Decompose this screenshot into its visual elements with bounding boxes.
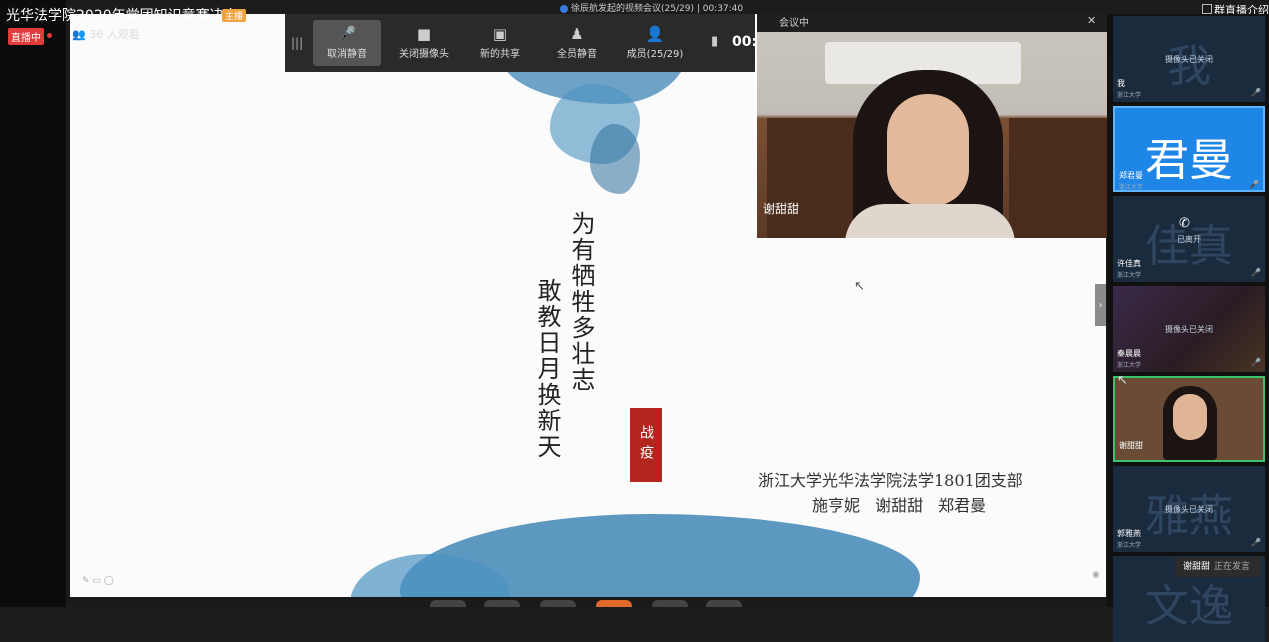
slide-names: 施亨妮 谢甜甜 郑君曼 bbox=[812, 496, 987, 515]
camera-label: 关闭摄像头 bbox=[399, 49, 449, 60]
bottom-button[interactable] bbox=[540, 600, 576, 607]
turn-off-camera-button[interactable]: ■ 关闭摄像头 bbox=[390, 20, 458, 66]
mic-icon: 🎤 bbox=[1251, 358, 1261, 367]
participant-org: 浙江大学 bbox=[1117, 542, 1142, 549]
intro-icon bbox=[1202, 4, 1212, 14]
participant-name: 郑君曼 bbox=[1119, 171, 1143, 180]
viewers-icon: 👥 bbox=[72, 28, 86, 41]
speaker-name: 谢甜甜 bbox=[763, 202, 800, 216]
participant-name: 郭雅燕 bbox=[1117, 529, 1141, 538]
camera-status: 摄像头已关闭 bbox=[1165, 55, 1213, 64]
participant-tile-active[interactable]: 谢甜甜 bbox=[1113, 376, 1265, 462]
phone-icon: ✆ bbox=[1179, 216, 1190, 231]
camera-status: 摄像头已关闭 bbox=[1165, 325, 1213, 334]
poem-line-left: 敢教日月换新天 bbox=[533, 278, 561, 460]
participant-name: 许佳真 bbox=[1117, 259, 1141, 268]
camera-status: 摄像头已关闭 bbox=[1165, 505, 1213, 514]
meeting-info: 徐辰航发起的视频会议(25/29) | 00:37:40 bbox=[560, 1, 743, 14]
share-icon: ▣ bbox=[492, 25, 508, 43]
bookshelf-right bbox=[1009, 118, 1107, 238]
bottom-button[interactable] bbox=[706, 600, 742, 607]
participant-org: 浙江大学 bbox=[1117, 362, 1142, 369]
close-icon[interactable]: ✕ bbox=[1087, 14, 1096, 27]
video-title-bar: 会议中 ✕ bbox=[757, 14, 1107, 32]
participant-name: 谢甜甜 bbox=[1119, 441, 1143, 450]
speaker-video[interactable]: 会议中 ✕ 谢甜甜 bbox=[757, 14, 1107, 238]
participant-tile[interactable]: 我 摄像头已关闭 我 浙江大学 🎤 bbox=[1113, 16, 1265, 102]
unmute-button[interactable]: 🎤 取消静音 bbox=[313, 20, 381, 66]
bottom-control-bar bbox=[66, 597, 1107, 607]
new-share-button[interactable]: ▣ 新的共享 bbox=[466, 20, 534, 66]
drag-handle-icon[interactable]: ||| bbox=[291, 36, 303, 50]
next-page-arrow[interactable]: › bbox=[1095, 284, 1106, 326]
mic-icon: 🎤 bbox=[1249, 180, 1259, 189]
mute-all-icon: ♟ bbox=[570, 25, 584, 43]
meeting-info-text: 徐辰航发起的视频会议(25/29) | 00:37:40 bbox=[571, 4, 744, 14]
camera-status: 已离开 bbox=[1177, 235, 1201, 244]
speaking-indicator: 谢甜甜 正在发言 bbox=[1175, 557, 1261, 577]
host-badge: 主播 bbox=[222, 9, 247, 22]
viewer-count: 👥 36 人观看 bbox=[72, 26, 140, 42]
participant-org: 浙江大学 bbox=[1117, 92, 1142, 99]
speaker-face bbox=[887, 94, 969, 206]
zoom-icon[interactable]: ◉ bbox=[1092, 570, 1100, 580]
annotate-tool-icon[interactable]: ✎ ▭ ◯ bbox=[82, 576, 114, 586]
camera-icon: ■ bbox=[416, 25, 432, 43]
bottom-button[interactable] bbox=[430, 600, 466, 607]
mute-all-label: 全员静音 bbox=[557, 49, 597, 60]
share-label: 新的共享 bbox=[480, 49, 520, 60]
red-seal-stamp: 战疫 bbox=[630, 408, 662, 482]
avatar-text: 文逸 bbox=[1145, 581, 1233, 632]
participant-org: 浙江大学 bbox=[1119, 184, 1144, 191]
live-dot-icon bbox=[47, 33, 52, 38]
meeting-toolbar: ||| 🎤 取消静音 ■ 关闭摄像头 ▣ 新的共享 ♟ 全员静音 👤 成员(25/29) … bbox=[285, 14, 767, 72]
speaker-body bbox=[845, 204, 1015, 238]
speaking-status: 正在发言 bbox=[1214, 562, 1251, 572]
slide-organization: 浙江大学光华法学院法学1801团支部 bbox=[758, 471, 1023, 490]
viewer-count-text: 36 人观看 bbox=[89, 28, 140, 41]
poem-line-right: 为有牺牲多壮志 bbox=[567, 211, 595, 393]
bottom-button[interactable] bbox=[484, 600, 520, 607]
members-label: 成员(25/29) bbox=[626, 49, 684, 60]
left-black-strip bbox=[0, 0, 66, 607]
participant-org: 浙江大学 bbox=[1117, 272, 1142, 279]
stream-title: 光华法学院2020年党团知识竞赛决赛 bbox=[6, 8, 238, 24]
speaking-name: 谢甜甜 bbox=[1183, 562, 1211, 572]
participant-name: 秦晨晨 bbox=[1117, 349, 1141, 358]
bookshelf-left bbox=[767, 118, 863, 238]
unmute-label: 取消静音 bbox=[327, 49, 367, 60]
mute-all-button[interactable]: ♟ 全员静音 bbox=[543, 20, 611, 66]
live-badge: 直播中 bbox=[8, 28, 44, 45]
mic-icon: 🎤 bbox=[1251, 268, 1261, 277]
signal-icon: ▮ bbox=[711, 34, 719, 49]
ink-wash-top-3 bbox=[590, 124, 640, 194]
participant-name: 我 bbox=[1117, 79, 1125, 88]
members-icon: 👤 bbox=[645, 25, 665, 43]
bottom-button[interactable] bbox=[652, 600, 688, 607]
members-button[interactable]: 👤 成员(25/29) bbox=[621, 20, 689, 66]
meeting-status-icon bbox=[560, 4, 568, 13]
mic-icon: 🎤 bbox=[1251, 538, 1261, 547]
participant-tile[interactable]: 佳真 ✆ 已离开 许佳真 浙江大学 🎤 bbox=[1113, 196, 1265, 282]
participant-tile[interactable]: 君曼 郑君曼 浙江大学 🎤 bbox=[1113, 106, 1265, 192]
participant-panel: 我 摄像头已关闭 我 浙江大学 🎤 君曼 郑君曼 浙江大学 🎤 佳真 ✆ 已离开… bbox=[1107, 14, 1269, 642]
participant-face bbox=[1173, 394, 1207, 440]
mouse-cursor-icon: ↖ bbox=[1117, 373, 1128, 388]
participant-tile[interactable]: 摄像头已关闭 秦晨晨 浙江大学 🎤 bbox=[1113, 286, 1265, 372]
microphone-icon: 🎤 bbox=[337, 25, 357, 43]
video-title: 会议中 bbox=[779, 18, 809, 29]
participant-tile[interactable]: 雅燕 摄像头已关闭 郭雅燕 浙江大学 🎤 bbox=[1113, 466, 1265, 552]
bottom-button-highlight[interactable] bbox=[596, 600, 632, 607]
mic-icon: 🎤 bbox=[1251, 88, 1261, 97]
mouse-cursor-icon: ↖ bbox=[854, 279, 865, 294]
